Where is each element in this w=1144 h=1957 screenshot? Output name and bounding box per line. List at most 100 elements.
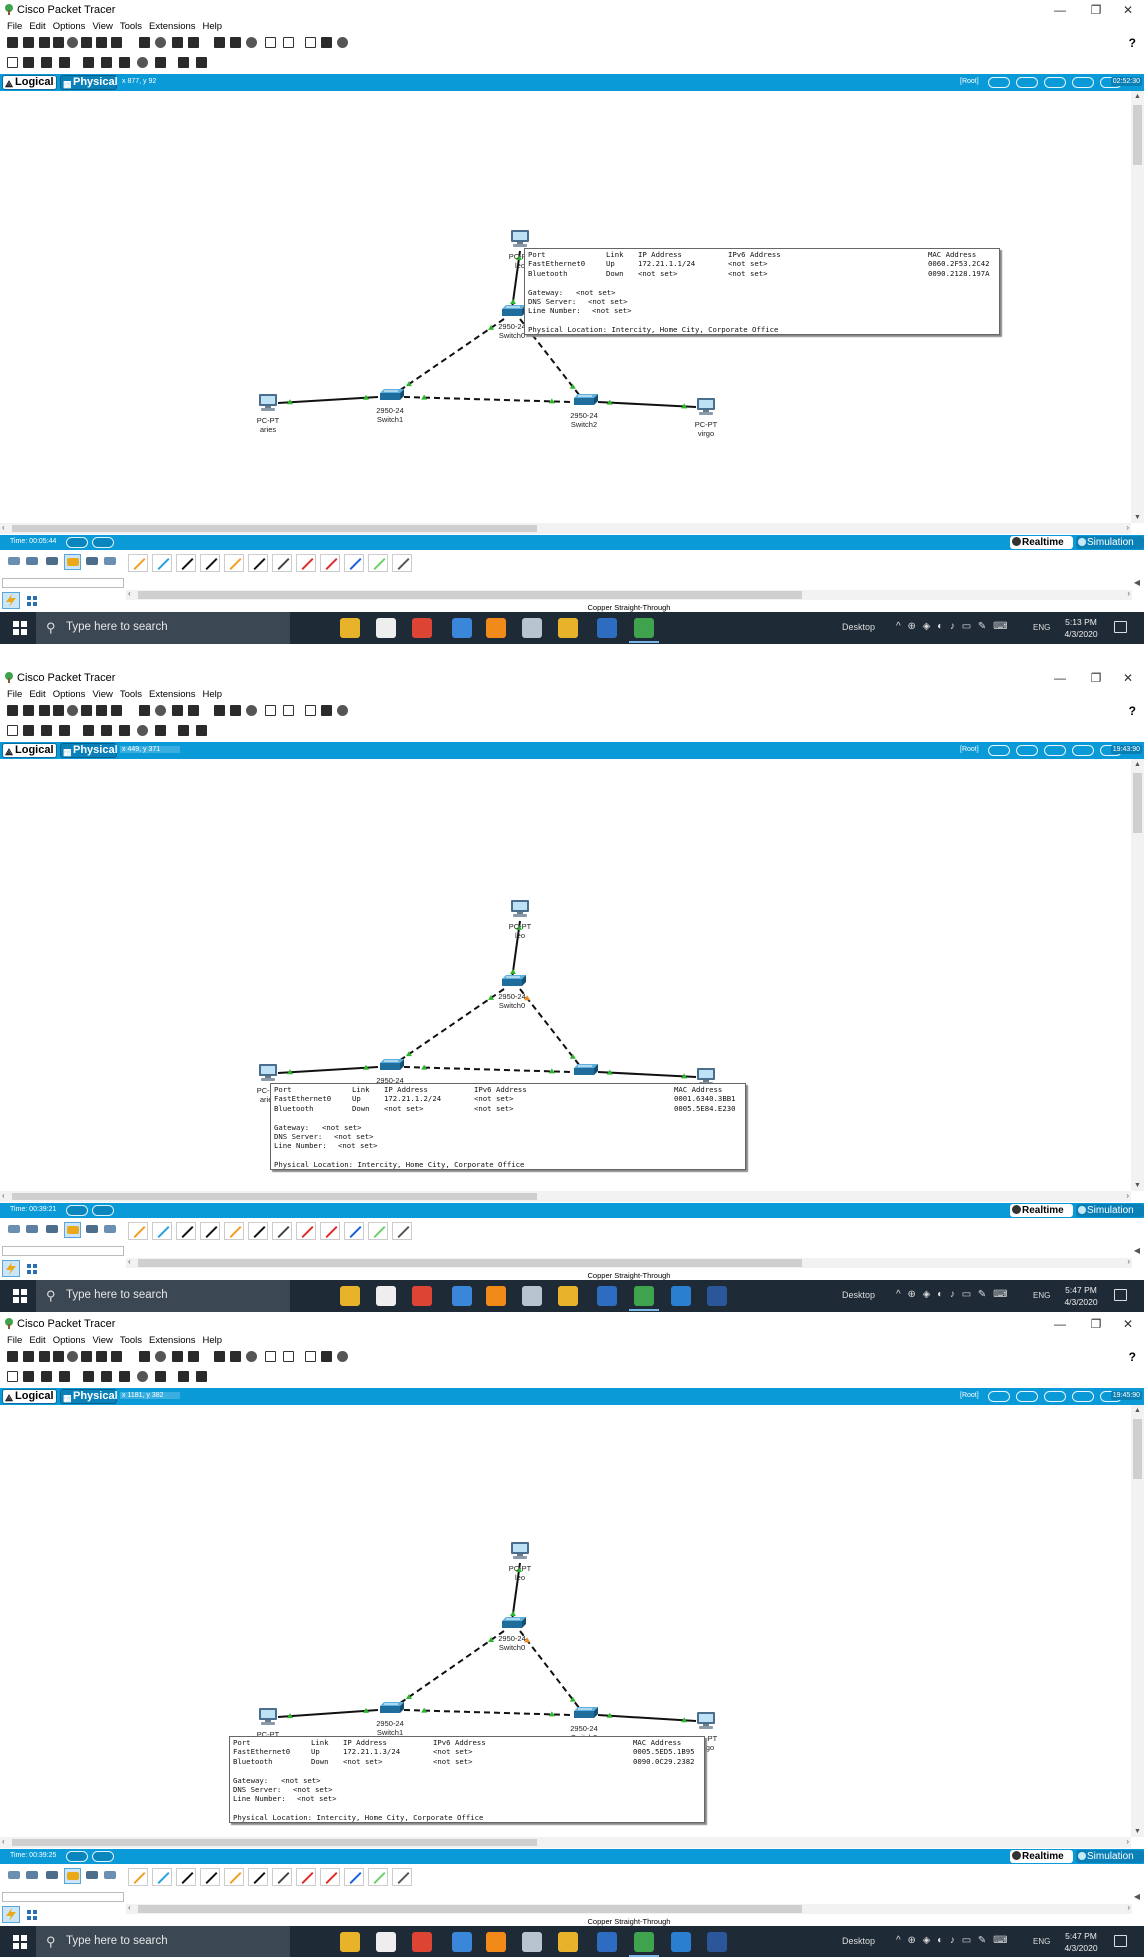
connections-category-icon[interactable] [64,1222,81,1238]
zoom-out-icon[interactable] [246,1351,257,1362]
realtime-button[interactable]: Realtime [1010,1850,1073,1863]
cable-list-scrollbar[interactable]: ‹ › [126,1903,1132,1914]
info-icon[interactable] [81,705,92,716]
link-switch1-switch2[interactable] [403,1066,573,1073]
vertical-scroll-thumb[interactable] [1133,105,1142,165]
menu-item-help[interactable]: Help [203,1334,223,1348]
redo-icon[interactable] [188,1351,199,1362]
mail-icon[interactable] [452,1932,472,1952]
windows-start-icon[interactable] [13,621,27,635]
link-aries-switch1[interactable] [277,1066,379,1074]
fiber-cable-icon[interactable] [224,1868,244,1886]
grid-view-icon[interactable] [26,1909,38,1921]
taskbar-clock[interactable]: 5:47 PM 4/3/2020 [1063,1930,1099,1954]
power-cycle-button[interactable] [66,1851,88,1862]
coaxial-cable-icon[interactable] [272,554,292,572]
folder-icon[interactable] [558,618,578,638]
word-icon[interactable] [707,1932,727,1952]
task-view-icon[interactable] [303,618,323,638]
photos-icon[interactable] [671,1932,691,1952]
drawing-palette-icon[interactable] [265,37,276,48]
add-simple-pdu-icon[interactable] [178,725,189,736]
panel-collapse-icon[interactable]: ◀ [1134,1246,1140,1255]
delete-icon[interactable] [41,57,52,68]
link-switch2-virgo[interactable] [597,1714,697,1722]
cable-scroll-thumb[interactable] [138,1905,802,1913]
vertical-scroll-thumb[interactable] [1133,1419,1142,1479]
menu-item-options[interactable]: Options [53,20,86,34]
freeform-icon[interactable] [155,1371,166,1382]
network-icon[interactable] [111,37,122,48]
device-pc-virgo[interactable]: PC-PTvirgo [692,397,720,438]
automatic-cable-icon[interactable] [128,554,148,572]
windows-start-icon[interactable] [13,1935,27,1949]
inspect-icon[interactable] [23,725,34,736]
scroll-left-icon[interactable]: ‹ [128,589,131,598]
console-cable-icon[interactable] [152,1222,172,1240]
root-label[interactable]: [Root] [960,746,979,753]
mail-icon[interactable] [452,1286,472,1306]
iot-cable-icon[interactable] [368,554,388,572]
menu-item-file[interactable]: File [7,20,22,34]
undo-icon[interactable] [172,705,183,716]
chrome-icon[interactable] [412,1286,432,1306]
multiuser-category-icon[interactable] [102,554,119,570]
power-cycle-button[interactable] [66,1205,88,1216]
octal-cable-icon[interactable] [344,554,364,572]
workspace-icon[interactable] [337,37,348,48]
scroll-left-icon[interactable]: ‹ [2,523,5,532]
document-icon[interactable] [597,1286,617,1306]
copy-icon[interactable] [139,1351,150,1362]
link-switch2-virgo[interactable] [597,1071,697,1078]
menu-item-extensions[interactable]: Extensions [149,20,195,34]
paste-icon[interactable] [155,37,166,48]
link-aries-switch1[interactable] [277,1709,379,1718]
file-explorer-icon[interactable] [340,618,360,638]
add-complex-pdu-icon[interactable] [196,1371,207,1382]
automatic-cable-icon[interactable] [128,1222,148,1240]
horizontal-scroll-thumb[interactable] [12,1193,537,1200]
word-icon[interactable] [707,1286,727,1306]
zoom-reset-icon[interactable] [230,1351,241,1362]
app-icon[interactable] [376,618,396,638]
photos-icon[interactable] [671,1286,691,1306]
scroll-right-icon[interactable]: › [1126,1191,1129,1200]
scroll-left-icon[interactable]: ‹ [128,1903,131,1912]
save-icon[interactable] [39,1351,50,1362]
wizard-icon[interactable] [96,37,107,48]
usb-cable-icon[interactable] [392,554,412,572]
menu-item-view[interactable]: View [92,688,112,702]
misc-category-icon[interactable] [84,1222,101,1238]
grid-view-icon[interactable] [26,595,38,607]
tab-physical[interactable]: ▦ Physical [60,743,118,758]
vertical-scroll-thumb[interactable] [1133,773,1142,833]
packet-tracer-taskbar-icon[interactable] [634,1932,654,1952]
input-language[interactable]: ENG [1033,1291,1050,1300]
simulation-button[interactable]: Simulation [1076,1204,1144,1217]
save-as-icon[interactable] [53,1351,64,1362]
new-icon[interactable] [7,1351,18,1362]
taskbar-clock[interactable]: 5:13 PM 4/3/2020 [1063,616,1099,640]
link-aries-switch1[interactable] [277,396,379,404]
drawing-palette-icon[interactable] [265,1351,276,1362]
ellipse-icon[interactable] [137,725,148,736]
fiber-cable-icon[interactable] [224,1222,244,1240]
scroll-down-icon[interactable]: ▼ [1134,1182,1141,1189]
desktop-toolbar[interactable]: Desktop [842,1290,875,1300]
workspace-horizontal-scrollbar[interactable]: ‹ › [0,1191,1131,1202]
taskbar-search-input[interactable]: ⚲ Type here to search [36,1926,290,1957]
chrome-icon[interactable] [412,1932,432,1952]
scroll-left-icon[interactable]: ‹ [2,1837,5,1846]
end-devices-category-icon[interactable] [6,1868,23,1884]
redo-icon[interactable] [188,705,199,716]
connections-category-icon[interactable] [64,1868,81,1884]
close-icon[interactable]: ✕ [1116,2,1140,18]
simulation-button[interactable]: Simulation [1076,536,1144,549]
print-icon[interactable] [67,705,78,716]
viewport-button[interactable] [1072,77,1094,88]
copy-icon[interactable] [139,37,150,48]
realtime-button[interactable]: Realtime [1010,536,1073,549]
menu-item-options[interactable]: Options [53,1334,86,1348]
network-icon[interactable] [111,1351,122,1362]
info-icon[interactable] [81,1351,92,1362]
